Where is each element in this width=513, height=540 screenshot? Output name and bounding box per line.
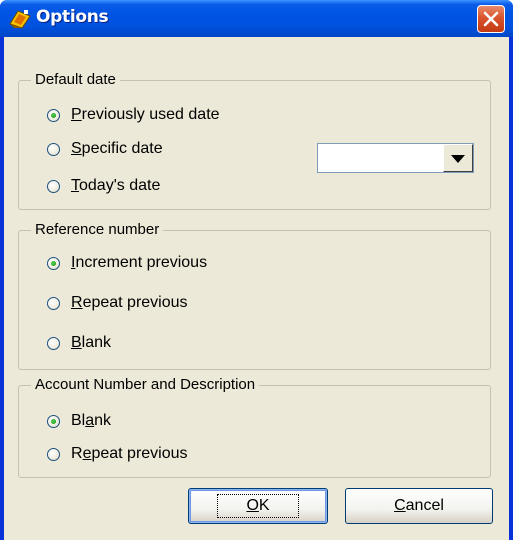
chevron-down-icon[interactable]	[443, 144, 473, 172]
radio-button[interactable]	[47, 336, 60, 350]
radio-label: Today's date	[71, 177, 161, 194]
group-label: Default date	[31, 70, 120, 90]
radio-previously-used-date[interactable]: Previously used date	[47, 105, 220, 125]
radio-button[interactable]	[47, 414, 60, 428]
radio-button[interactable]	[47, 179, 60, 193]
date-picker[interactable]	[317, 143, 474, 173]
radio-button[interactable]	[47, 256, 60, 270]
group-label: Reference number	[31, 220, 164, 240]
window-title: Options	[36, 7, 109, 27]
app-icon	[9, 10, 31, 29]
radio-label: Blank	[71, 334, 112, 351]
radio-specific-date[interactable]: Specific date	[47, 139, 163, 159]
cancel-label: Cancel	[394, 497, 444, 514]
radio-account-repeat-previous[interactable]: Repeat previous	[47, 444, 188, 464]
default-date-group: Default date Previously used date Specif…	[18, 70, 491, 210]
radio-button[interactable]	[47, 296, 60, 310]
radio-label: Specific date	[71, 140, 163, 157]
radio-button[interactable]	[47, 447, 60, 461]
cancel-button[interactable]: Cancel	[345, 488, 493, 524]
ok-button[interactable]: OK	[188, 488, 328, 524]
close-icon	[483, 11, 499, 27]
radio-blank[interactable]: Blank	[47, 333, 111, 353]
radio-repeat-previous[interactable]: Repeat previous	[47, 293, 188, 313]
radio-label: Previously used date	[71, 106, 220, 123]
radio-label: Repeat previous	[71, 445, 188, 462]
reference-number-group: Reference number Increment previous Repe…	[18, 220, 491, 370]
radio-button[interactable]	[47, 108, 60, 122]
radio-todays-date[interactable]: Today's date	[47, 176, 160, 196]
title-bar[interactable]: Options	[0, 0, 513, 37]
ok-label: OK	[217, 494, 299, 518]
account-number-group: Account Number and Description Blank Rep…	[18, 375, 491, 478]
radio-button[interactable]	[47, 142, 60, 156]
radio-label: Repeat previous	[71, 294, 188, 311]
group-label: Account Number and Description	[31, 375, 260, 395]
radio-increment-previous[interactable]: Increment previous	[47, 253, 207, 273]
radio-account-blank[interactable]: Blank	[47, 411, 111, 431]
options-dialog: Options Default date Previously used dat…	[0, 0, 513, 540]
radio-label: Blank	[71, 412, 112, 429]
dialog-body: Default date Previously used date Specif…	[4, 37, 509, 540]
close-button[interactable]	[477, 5, 505, 33]
radio-label: Increment previous	[71, 254, 208, 271]
